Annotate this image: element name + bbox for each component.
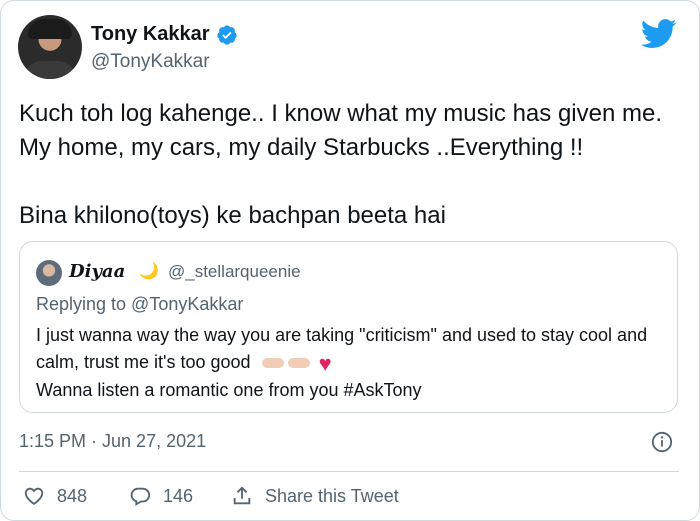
share-label: Share this Tweet bbox=[265, 485, 399, 506]
quoted-author-handle[interactable]: @_stellarqueenie bbox=[168, 262, 301, 282]
like-button[interactable]: 848 bbox=[23, 485, 87, 507]
divider bbox=[19, 471, 679, 472]
reply-bubble-icon bbox=[130, 487, 151, 506]
quoted-author-avatar[interactable] bbox=[36, 260, 62, 286]
author-name-row: Tony Kakkar bbox=[91, 23, 238, 46]
quoted-text-line-1: I just wanna way the way you are taking … bbox=[36, 325, 648, 372]
quoted-tweet[interactable]: Diyaa 🌙 @_stellarqueenie Replying to @To… bbox=[19, 241, 678, 413]
verified-badge-icon bbox=[216, 24, 237, 45]
heart-outline-icon bbox=[24, 487, 44, 505]
quoted-text: I just wanna way the way you are taking … bbox=[36, 322, 666, 404]
share-button[interactable]: Share this Tweet bbox=[231, 485, 399, 507]
tweet-text: Kuch toh log kahenge.. I know what my mu… bbox=[19, 100, 662, 229]
reply-button[interactable]: 146 bbox=[129, 485, 193, 507]
tweet-timestamp[interactable]: 1:15 PM · Jun 27, 2021 bbox=[19, 431, 206, 452]
share-icon bbox=[233, 486, 251, 505]
info-icon[interactable] bbox=[651, 431, 673, 453]
quoted-author-name[interactable]: Diyaa bbox=[69, 261, 125, 282]
crescent-moon-icon: 🌙 bbox=[139, 263, 159, 280]
author-handle[interactable]: @TonyKakkar bbox=[91, 51, 210, 73]
author-avatar[interactable] bbox=[18, 15, 82, 79]
twitter-bird-icon[interactable] bbox=[641, 19, 677, 49]
pointing-hands-icon bbox=[261, 356, 314, 370]
reply-count: 146 bbox=[163, 485, 194, 506]
author-name[interactable]: Tony Kakkar bbox=[91, 23, 210, 46]
tweet-card[interactable]: Tony Kakkar @TonyKakkar Kuch toh log kah… bbox=[0, 0, 700, 521]
quoted-replying-to[interactable]: Replying to @TonyKakkar bbox=[36, 294, 243, 315]
red-heart-icon: ♥ bbox=[318, 350, 332, 376]
quoted-text-line-2: Wanna listen a romantic one from you #As… bbox=[36, 379, 422, 400]
like-count: 848 bbox=[57, 485, 88, 506]
